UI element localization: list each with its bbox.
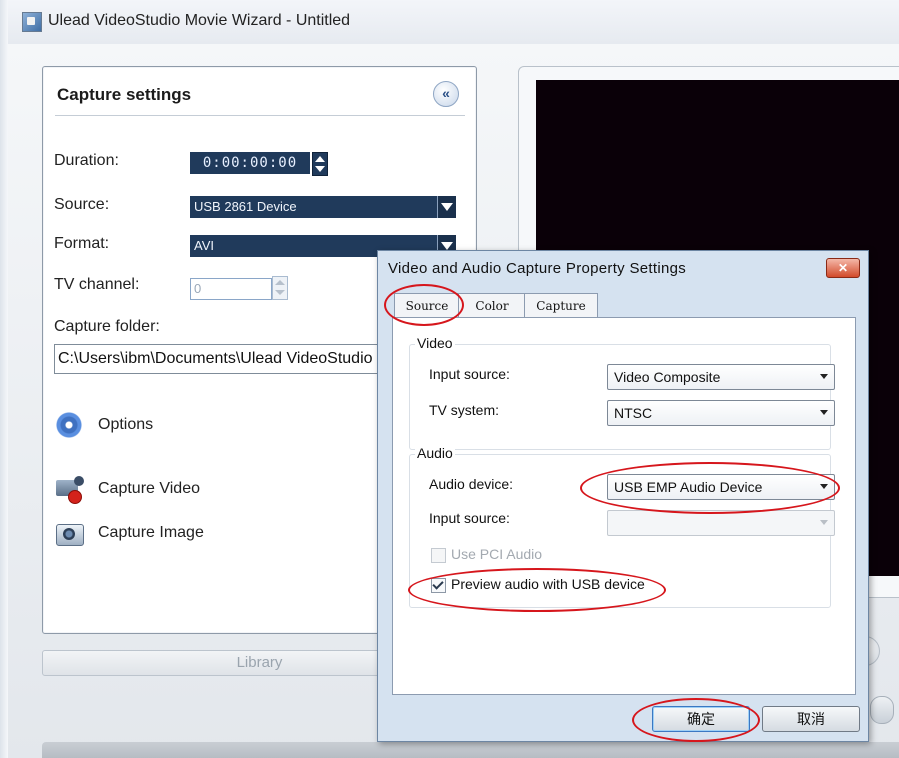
close-icon[interactable]: ✕ [826,258,860,278]
source-value: USB 2861 Device [194,199,297,214]
chevron-down-icon [820,520,828,525]
spinner-down-icon [275,290,285,295]
tv-system-value: NTSC [614,405,653,421]
format-value: AVI [194,238,214,253]
tab-capture-label: Capture [536,299,586,313]
gear-icon [54,410,84,440]
spinner-down-icon[interactable] [315,166,325,172]
options-label: Options [98,416,154,433]
capture-image-button[interactable]: Capture Image [54,518,244,550]
capture-folder-label: Capture folder: [54,318,160,335]
capture-image-label: Capture Image [98,524,204,541]
tv-channel-input[interactable]: 0 [190,278,272,300]
capture-video-label: Capture Video [98,480,200,497]
video-input-source-label: Input source: [429,366,510,382]
chevron-down-icon [820,410,828,415]
spinner-up-icon[interactable] [315,156,325,162]
left-edge [0,0,8,758]
options-button[interactable]: Options [54,410,204,442]
audio-input-source-label: Input source: [429,510,510,526]
collapse-icon[interactable]: « [433,81,459,107]
annotation-ring-audio-device [580,462,840,514]
audio-device-label: Audio device: [429,476,514,492]
chevron-down-icon[interactable] [437,196,456,218]
window-title: Ulead VideoStudio Movie Wizard - Untitle… [48,12,351,29]
duration-input[interactable]: 0:00:00:00 [190,152,310,174]
source-label: Source: [54,196,110,213]
video-input-source-select[interactable]: Video Composite [607,364,835,390]
video-group [409,344,831,450]
audio-group-label: Audio [415,445,455,461]
format-label: Format: [54,235,110,252]
tab-color-label: Color [475,299,509,313]
tv-channel-label: TV channel: [54,276,140,293]
toolbar-edge-button[interactable] [870,696,894,724]
tv-system-select[interactable]: NTSC [607,400,835,426]
tv-channel-spinner[interactable] [272,276,288,300]
duration-spinner[interactable] [312,152,328,176]
panel-title: Capture settings [57,85,192,104]
spinner-up-icon [275,280,285,285]
use-pci-audio-label: Use PCI Audio [451,546,543,562]
bottom-scroll-strip [42,742,899,758]
annotation-ring-ok-button [632,698,760,742]
video-group-label: Video [415,335,455,351]
video-input-source-value: Video Composite [614,369,721,385]
duration-label: Duration: [54,152,119,169]
camera-icon [54,518,84,548]
tv-system-label: TV system: [429,402,500,418]
source-select[interactable]: USB 2861 Device [190,196,456,218]
use-pci-audio-checkbox[interactable] [431,548,446,563]
chevron-down-icon [820,374,828,379]
camcorder-icon [54,474,84,504]
annotation-ring-preview-audio [408,568,666,612]
app-icon [22,12,42,32]
panel-divider [55,115,465,116]
capture-video-button[interactable]: Capture Video [54,474,244,506]
dialog-title: Video and Audio Capture Property Setting… [388,260,687,277]
tab-capture[interactable]: Capture [524,293,598,318]
cancel-button[interactable]: 取消 [762,706,860,732]
tab-color[interactable]: Color [458,293,526,318]
capture-folder-input[interactable]: C:\Users\ibm\Documents\Ulead VideoStudio [54,344,383,374]
annotation-ring-source-tab [384,284,464,326]
